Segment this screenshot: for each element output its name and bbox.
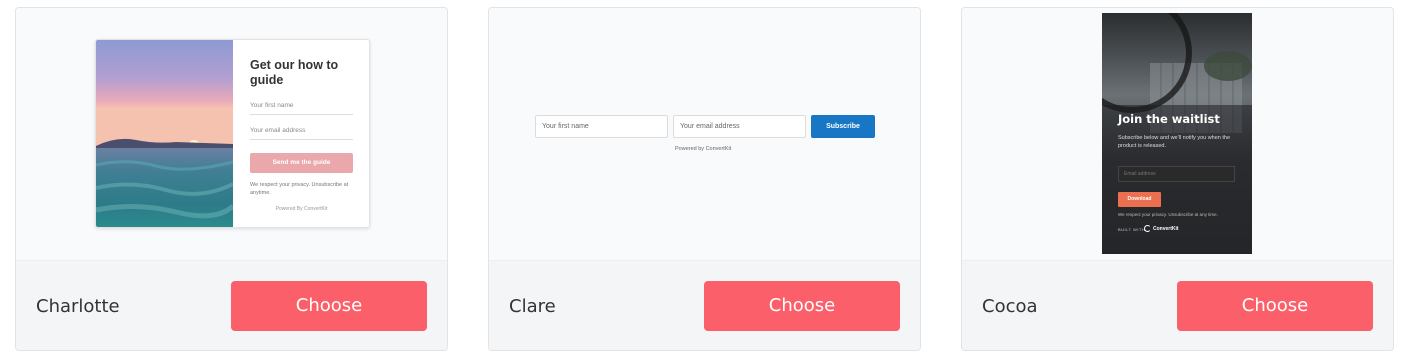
email-field: Your email address <box>250 127 353 140</box>
template-card-clare[interactable]: Your first name Your email address Subsc… <box>488 7 921 351</box>
choose-button[interactable]: Choose <box>1177 281 1373 331</box>
preview-title: Get our how to guide <box>250 58 339 87</box>
template-name: Cocoa <box>982 296 1038 317</box>
preview-title: Join the waitlist <box>1118 112 1220 126</box>
subscribe-button: Subscribe <box>811 115 875 138</box>
send-guide-button: Send me the guide <box>250 153 353 173</box>
first-name-field: Your first name <box>535 115 668 138</box>
template-preview: Get our how to guide Your first name You… <box>16 8 447 260</box>
convertkit-logo-icon <box>1144 225 1151 232</box>
privacy-text: We respect your privacy. Unsubscribe at … <box>250 182 349 196</box>
cocoa-form-preview: Join the waitlist Subscribe below and we… <box>1102 13 1252 254</box>
download-button: Download <box>1118 192 1161 207</box>
template-name: Charlotte <box>36 296 120 317</box>
email-field: Your email address <box>673 115 806 138</box>
ocean-sunset-image <box>96 40 233 227</box>
brand-name: ConvertKit <box>1153 225 1179 232</box>
first-name-field: Your first name <box>250 102 353 115</box>
choose-button[interactable]: Choose <box>704 281 900 331</box>
privacy-text: We respect your privacy. Unsubscribe at … <box>1118 212 1218 217</box>
template-card-footer: Clare Choose <box>489 260 920 350</box>
preview-subtitle: Subscribe below and we'll notify you whe… <box>1118 135 1231 149</box>
template-card-charlotte[interactable]: Get our how to guide Your first name You… <box>15 7 448 351</box>
powered-by-text: Powered By ConvertKit <box>275 206 328 212</box>
template-card-footer: Charlotte Choose <box>16 260 447 350</box>
charlotte-form-content: Get our how to guide Your first name You… <box>233 40 369 227</box>
convertkit-logo: ConvertKit <box>1144 225 1179 232</box>
background-tree-image <box>1204 51 1252 81</box>
template-preview: Your first name Your email address Subsc… <box>489 8 920 260</box>
built-with-text: BUILT WITH <box>1118 227 1146 232</box>
choose-button[interactable]: Choose <box>231 281 427 331</box>
template-card-footer: Cocoa Choose <box>962 260 1393 350</box>
template-name: Clare <box>509 296 556 317</box>
template-preview: Join the waitlist Subscribe below and we… <box>962 8 1393 260</box>
powered-by-text: Powered by ConvertKit <box>675 146 732 152</box>
template-card-cocoa[interactable]: Join the waitlist Subscribe below and we… <box>961 7 1394 351</box>
email-field: Email address <box>1118 166 1235 182</box>
charlotte-form-preview: Get our how to guide Your first name You… <box>95 39 370 228</box>
